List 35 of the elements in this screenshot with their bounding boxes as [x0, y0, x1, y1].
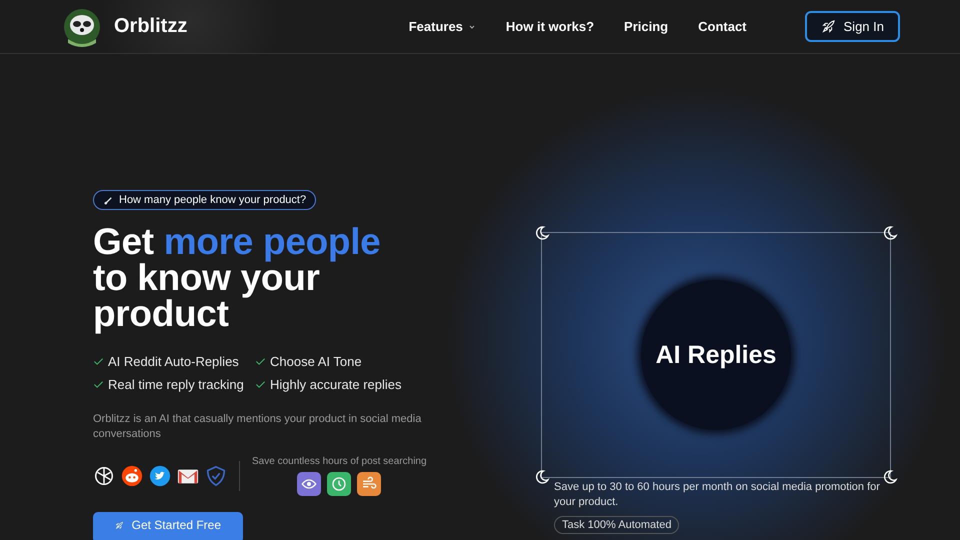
feature-text: AI Reddit Auto-Replies — [108, 354, 239, 368]
badge-text: How many people know your product? — [119, 194, 306, 206]
description: Orblitzz is an AI that casually mentions your product in social media conversations — [93, 412, 422, 442]
check-icon — [255, 356, 266, 366]
reddit-icon — [121, 464, 143, 486]
nav-link[interactable]: Pricing — [624, 19, 668, 34]
raccoon-logo-icon — [62, 6, 102, 46]
sign-in-button[interactable]: Sign In — [804, 11, 900, 42]
openai-knot-icon — [93, 464, 115, 486]
guitar-icon — [103, 194, 114, 206]
check-icon — [93, 356, 104, 366]
crescent-moon-icon — [882, 469, 898, 485]
caption: Save countless hours of post searching — [252, 456, 427, 466]
crescent-moon-icon — [534, 225, 550, 241]
crescent-moon-icon — [534, 469, 550, 485]
shield-check-icon — [205, 464, 227, 486]
check-icon — [255, 378, 266, 390]
nav-link[interactable]: Contact — [698, 19, 747, 34]
clock-icon — [331, 476, 348, 492]
rocket-icon — [820, 19, 836, 34]
showcase-caption: Save up to 30 to 60 hours per month on social media promotion for your product. — [554, 480, 881, 510]
bird-icon — [149, 464, 171, 486]
wind-icon — [361, 476, 378, 492]
hero-heading: Get more people to know your product — [93, 224, 382, 332]
orb-title: AI Replies — [656, 340, 776, 370]
feature-text: Real time reply tracking — [108, 376, 244, 392]
feature-text: Highly accurate replies — [270, 376, 402, 392]
check-icon — [93, 378, 104, 390]
nav-link[interactable]: How it works? — [506, 19, 594, 34]
nav-link[interactable]: Features — [408, 19, 476, 34]
brand-name[interactable]: Orblitzz — [114, 15, 188, 38]
get-started-button[interactable]: Get Started Free — [93, 512, 243, 540]
feature-text: Choose AI Tone — [270, 354, 362, 368]
crescent-moon-icon — [882, 225, 898, 241]
automation-tag: Task 100% Automated — [554, 516, 680, 534]
